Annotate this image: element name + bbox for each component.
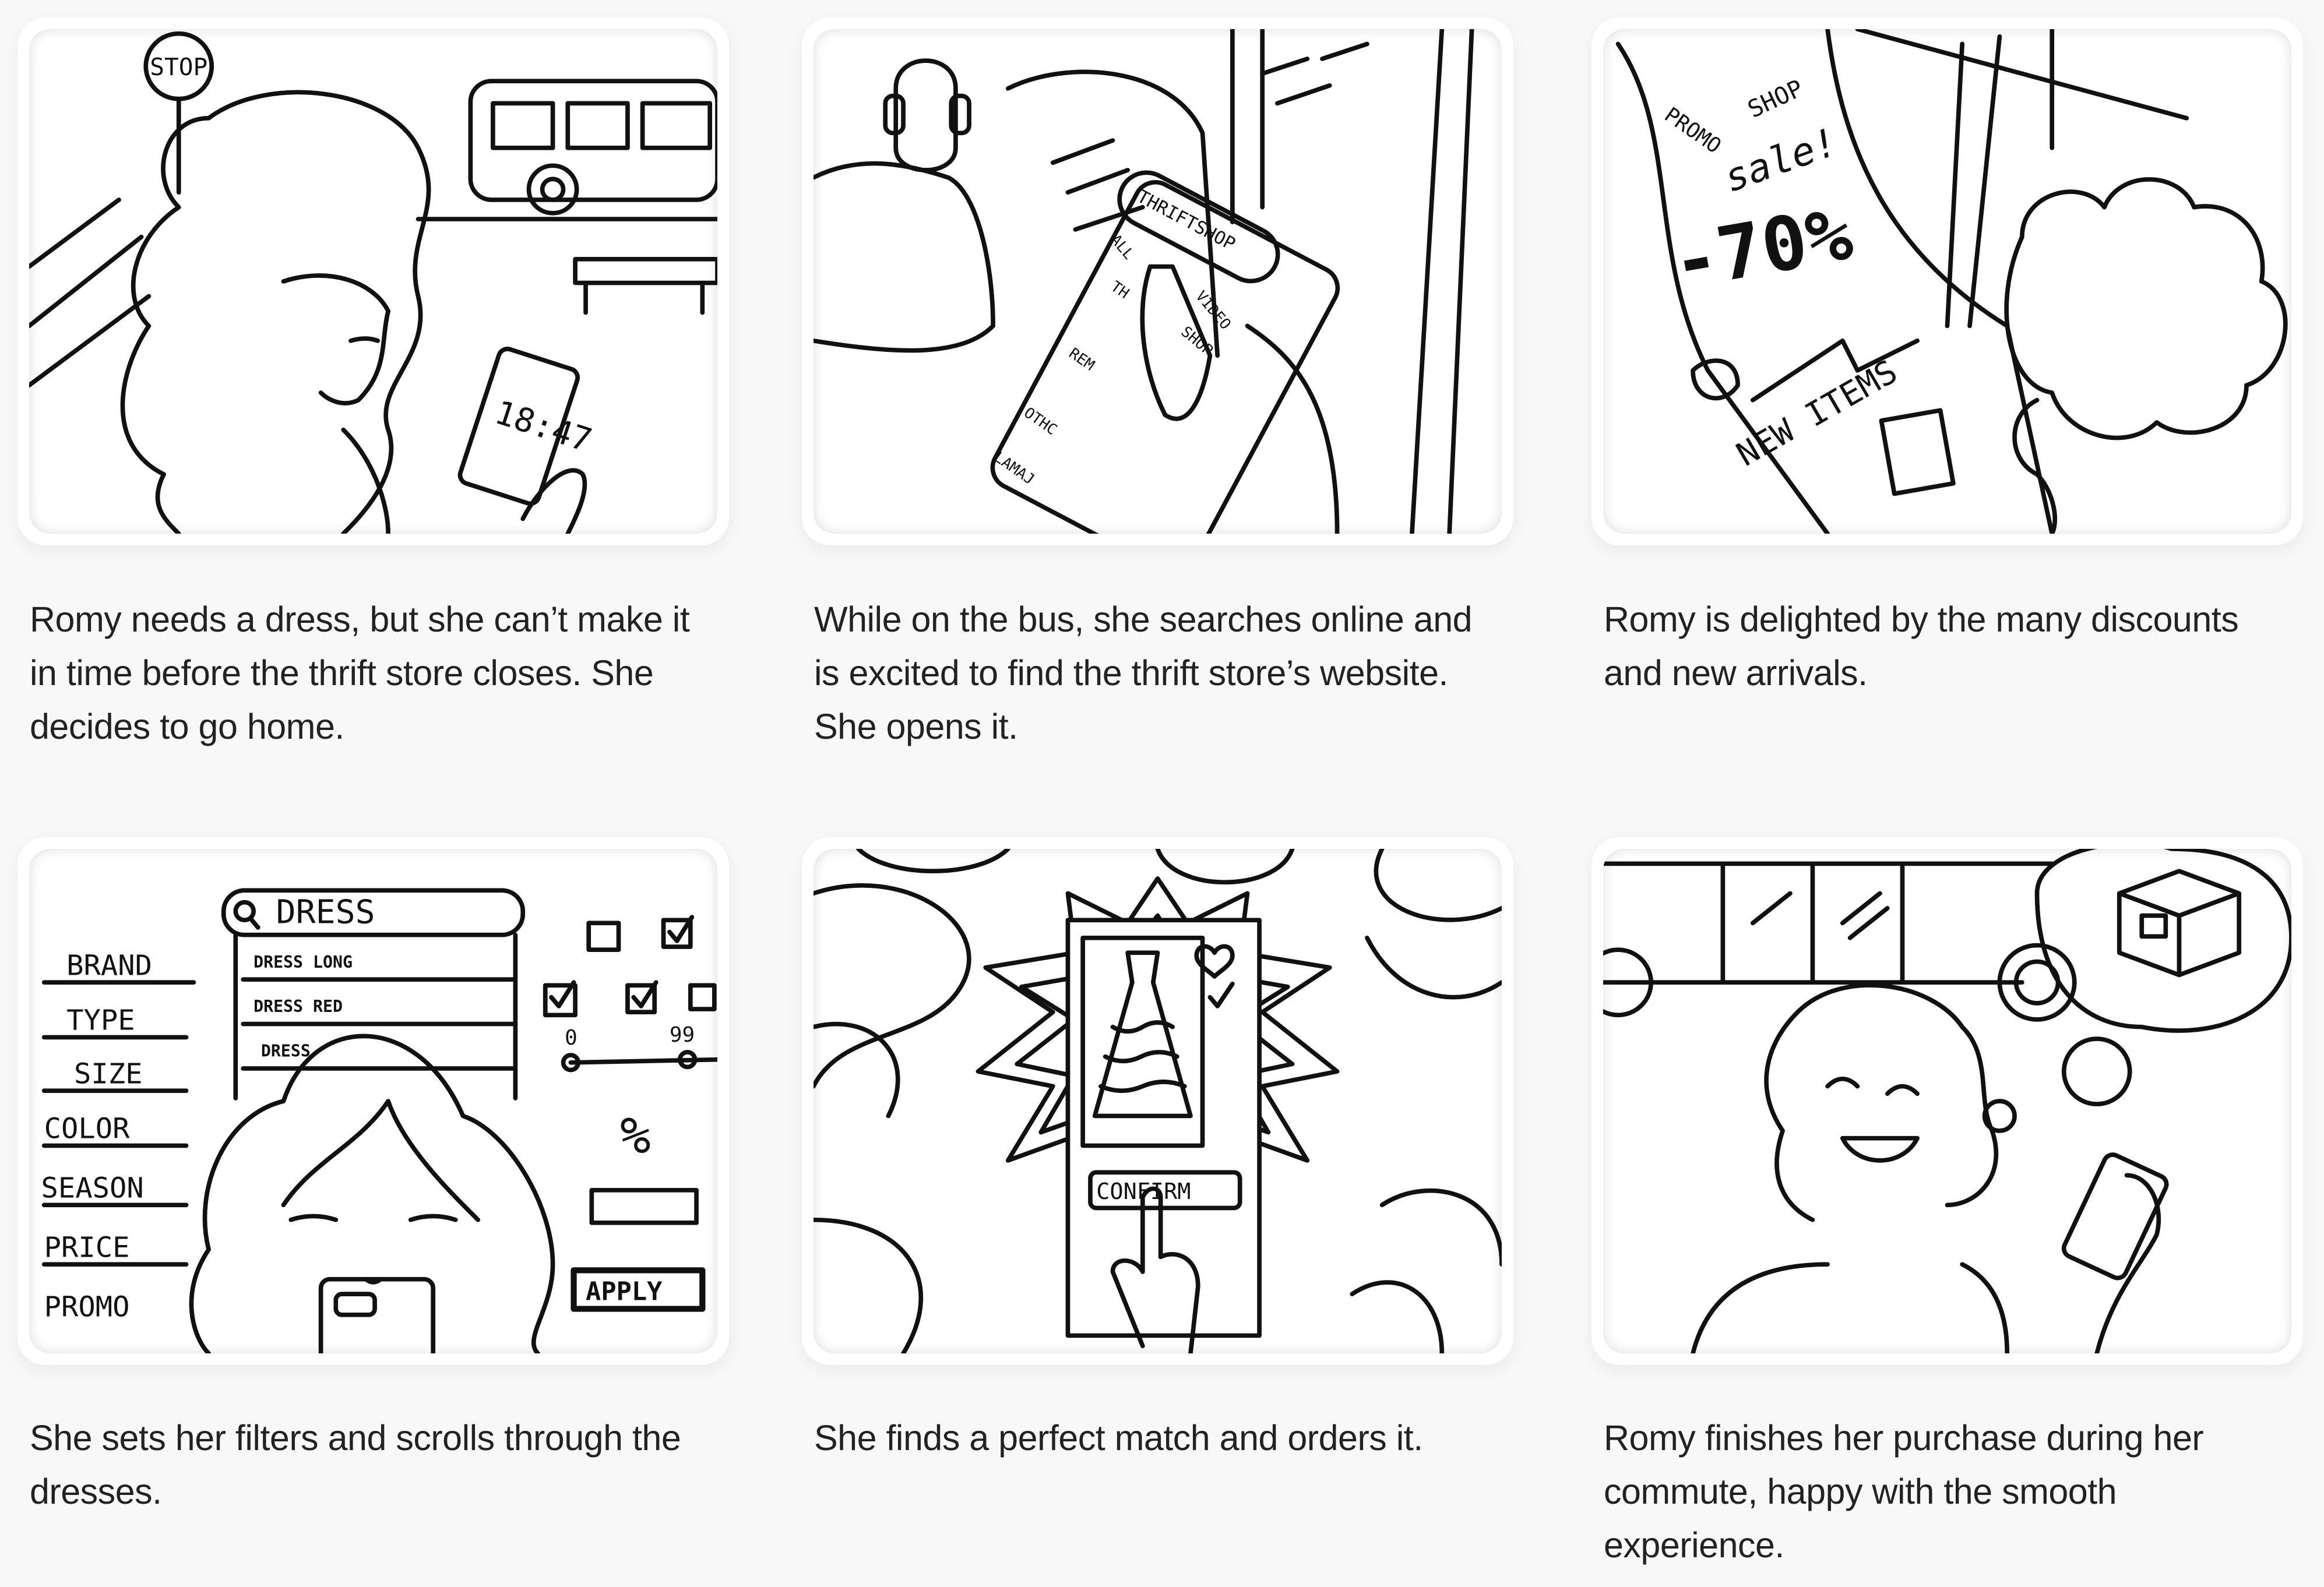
discount-label: -70%	[1666, 191, 1858, 306]
suggestion-label: DRESS LONG	[253, 953, 353, 972]
sale-label: sale!	[1718, 119, 1844, 201]
sketch-waiting-at-bus-stop: STOP 18:47	[29, 29, 717, 534]
app-list-item: OTHC	[1020, 404, 1060, 439]
panel-5-caption: She finds a perfect match and orders it.	[814, 1418, 1423, 1458]
search-query-label: DRESS	[276, 894, 375, 932]
filter-label: BRAND	[66, 950, 152, 982]
app-list-item: REM	[1065, 345, 1097, 375]
filter-label: PRICE	[44, 1232, 130, 1264]
panel-2-caption: While on the bus, she searches online an…	[814, 599, 1473, 746]
stop-sign-label: STOP	[150, 53, 207, 81]
phone-time-label: 18:47	[490, 394, 596, 460]
storyboard-panel-5: CONFIRM	[802, 837, 1513, 1365]
filter-label: TYPE	[66, 1004, 135, 1037]
app-menu-list: ALL TH REM OTHC LAMAJ VIDEO SHOP	[991, 231, 1234, 488]
storyboard-panel-4: DRESS DRESS LONG DRESS RED DRESS BRAND T…	[17, 837, 729, 1365]
storyboard-panel-2: THRIFTSHOP ALL TH REM OTHC LAMAJ VIDEO S…	[802, 17, 1513, 545]
sketch-setting-filters: DRESS DRESS LONG DRESS RED DRESS BRAND T…	[29, 849, 717, 1353]
panel-4-caption: She sets her filters and scrolls through…	[30, 1418, 681, 1511]
storyboard-panel-6	[1591, 837, 2303, 1365]
filter-label: COLOR	[44, 1113, 131, 1145]
promo-label: PROMO	[1660, 103, 1726, 158]
range-min-label: 0	[565, 1026, 578, 1050]
filter-label: SIZE	[74, 1058, 142, 1091]
suggestion-label: DRESS	[261, 1042, 311, 1061]
storyboard-panel-1: STOP 18:47	[17, 17, 729, 545]
filter-label: PROMO	[44, 1290, 130, 1323]
filter-label: SEASON	[41, 1172, 144, 1205]
percent-label: %	[620, 1106, 651, 1165]
new-items-label: NEW ITEMS	[1730, 353, 1904, 474]
panel-1-caption: Romy needs a dress, but she can’t make i…	[30, 599, 690, 746]
panel-6-caption: Romy finishes her purchase during her co…	[1604, 1418, 2204, 1565]
sketch-searching-on-bus: THRIFTSHOP ALL TH REM OTHC LAMAJ VIDEO S…	[814, 29, 1502, 534]
panel-3-caption: Romy is delighted by the many discounts …	[1604, 599, 2239, 693]
sketch-happy-purchase	[1603, 849, 2291, 1353]
apply-label: APPLY	[586, 1277, 662, 1306]
app-tab-all: ALL	[1107, 231, 1138, 263]
confirm-button-label: CONFIRM	[1096, 1179, 1191, 1205]
app-list-item: TH	[1107, 278, 1132, 302]
shop-label: SHOP	[1744, 74, 1808, 124]
sketch-confirming-order: CONFIRM	[814, 849, 1502, 1353]
range-max-label: 99	[670, 1023, 695, 1047]
suggestion-label: DRESS RED	[253, 997, 343, 1016]
storyboard-panel-3: PROMO SHOP sale! -70% NEW ITEMS	[1591, 17, 2303, 545]
sketch-browsing-discounts: PROMO SHOP sale! -70% NEW ITEMS	[1603, 29, 2291, 534]
